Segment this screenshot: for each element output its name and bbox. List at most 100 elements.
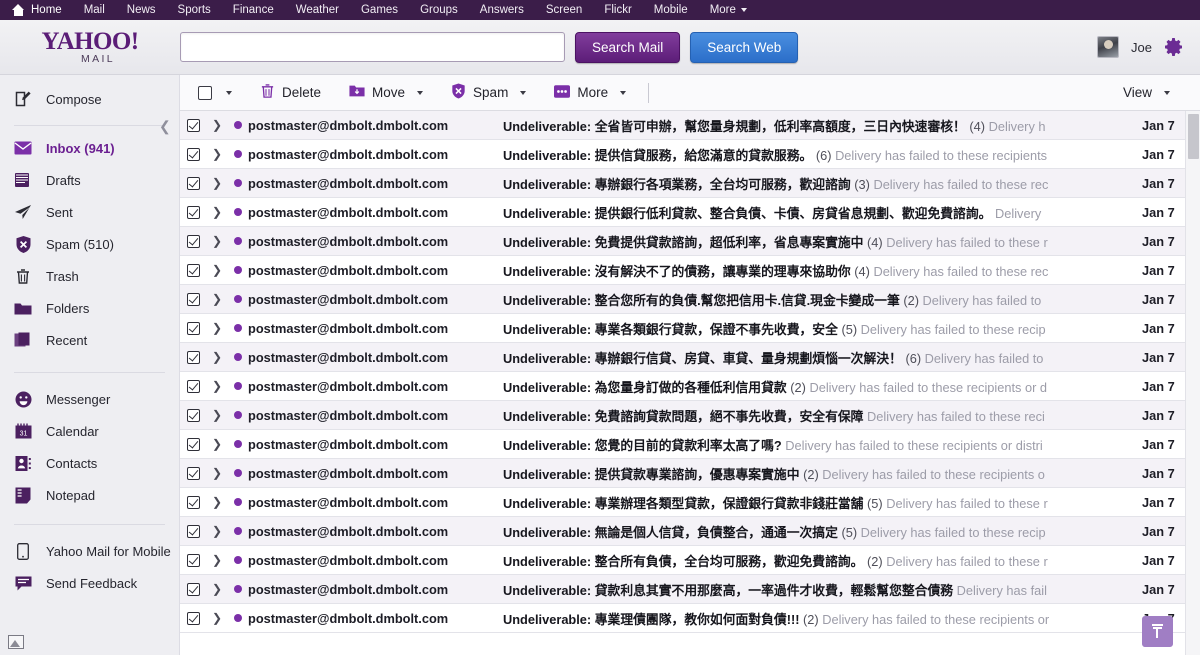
table-row[interactable]: ❯postmaster@dmbolt.dmbolt.comUndeliverab… (180, 198, 1200, 227)
table-row[interactable]: ❯postmaster@dmbolt.dmbolt.comUndeliverab… (180, 285, 1200, 314)
view-button[interactable]: View (1109, 75, 1184, 111)
row-checkbox[interactable] (180, 206, 206, 219)
checkbox-checked-icon[interactable] (187, 409, 200, 422)
yahoo-mail-logo[interactable]: YAHOO! MAIL (0, 29, 180, 65)
row-checkbox[interactable] (180, 554, 206, 567)
username-label[interactable]: Joe (1131, 40, 1152, 55)
sidebar-item-calendar[interactable]: 31 Calendar (0, 415, 179, 447)
row-checkbox[interactable] (180, 525, 206, 538)
select-all-control[interactable] (198, 75, 246, 111)
topnav-item-flickr[interactable]: Flickr (593, 0, 642, 20)
checkbox-empty-icon[interactable] (198, 86, 212, 100)
expand-chevron-right-icon[interactable]: ❯ (206, 234, 228, 248)
unread-dot[interactable] (228, 266, 248, 274)
row-checkbox[interactable] (180, 235, 206, 248)
expand-chevron-right-icon[interactable]: ❯ (206, 205, 228, 219)
unread-dot[interactable] (228, 556, 248, 564)
checkbox-checked-icon[interactable] (187, 612, 200, 625)
checkbox-checked-icon[interactable] (187, 438, 200, 451)
expand-chevron-right-icon[interactable]: ❯ (206, 321, 228, 335)
expand-chevron-right-icon[interactable]: ❯ (206, 263, 228, 277)
checkbox-checked-icon[interactable] (187, 119, 200, 132)
search-mail-button[interactable]: Search Mail (575, 32, 680, 63)
table-row[interactable]: ❯postmaster@dmbolt.dmbolt.comUndeliverab… (180, 372, 1200, 401)
row-checkbox[interactable] (180, 351, 206, 364)
sidebar-item-contacts[interactable]: Contacts (0, 447, 179, 479)
expand-chevron-right-icon[interactable]: ❯ (206, 379, 228, 393)
checkbox-checked-icon[interactable] (187, 583, 200, 596)
topnav-item-finance[interactable]: Finance (222, 0, 285, 20)
expand-chevron-right-icon[interactable]: ❯ (206, 524, 228, 538)
unread-dot[interactable] (228, 382, 248, 390)
expand-chevron-right-icon[interactable]: ❯ (206, 437, 228, 451)
table-row[interactable]: ❯postmaster@dmbolt.dmbolt.comUndeliverab… (180, 111, 1200, 140)
row-checkbox[interactable] (180, 264, 206, 277)
move-button[interactable]: Move (335, 75, 437, 111)
row-checkbox[interactable] (180, 467, 206, 480)
row-checkbox[interactable] (180, 380, 206, 393)
unread-dot[interactable] (228, 121, 248, 129)
row-checkbox[interactable] (180, 409, 206, 422)
avatar[interactable] (1097, 36, 1119, 58)
checkbox-checked-icon[interactable] (187, 177, 200, 190)
unread-dot[interactable] (228, 585, 248, 593)
unread-dot[interactable] (228, 527, 248, 535)
checkbox-checked-icon[interactable] (187, 322, 200, 335)
topnav-item-weather[interactable]: Weather (285, 0, 350, 20)
message-list[interactable]: ❯postmaster@dmbolt.dmbolt.comUndeliverab… (180, 111, 1200, 655)
row-checkbox[interactable] (180, 148, 206, 161)
unread-dot[interactable] (228, 179, 248, 187)
checkbox-checked-icon[interactable] (187, 467, 200, 480)
unread-dot[interactable] (228, 498, 248, 506)
expand-chevron-right-icon[interactable]: ❯ (206, 466, 228, 480)
sidebar-item-inbox[interactable]: Inbox (941) (0, 132, 179, 164)
row-checkbox[interactable] (180, 583, 206, 596)
expand-chevron-right-icon[interactable]: ❯ (206, 176, 228, 190)
search-web-button[interactable]: Search Web (690, 32, 798, 63)
unread-dot[interactable] (228, 353, 248, 361)
sidebar-item-recent[interactable]: Recent (0, 324, 179, 356)
table-row[interactable]: ❯postmaster@dmbolt.dmbolt.comUndeliverab… (180, 169, 1200, 198)
table-row[interactable]: ❯postmaster@dmbolt.dmbolt.comUndeliverab… (180, 227, 1200, 256)
gear-icon[interactable] (1164, 37, 1184, 57)
topnav-item-answers[interactable]: Answers (469, 0, 535, 20)
checkbox-checked-icon[interactable] (187, 206, 200, 219)
sidebar-item-drafts[interactable]: Drafts (0, 164, 179, 196)
topnav-item-news[interactable]: News (116, 0, 167, 20)
vertical-scrollbar[interactable] (1185, 111, 1200, 655)
expand-chevron-right-icon[interactable]: ❯ (206, 118, 228, 132)
sidebar-item-send-feedback[interactable]: Send Feedback (0, 567, 179, 599)
row-checkbox[interactable] (180, 612, 206, 625)
expand-chevron-right-icon[interactable]: ❯ (206, 147, 228, 161)
unread-dot[interactable] (228, 411, 248, 419)
row-checkbox[interactable] (180, 438, 206, 451)
row-checkbox[interactable] (180, 177, 206, 190)
table-row[interactable]: ❯postmaster@dmbolt.dmbolt.comUndeliverab… (180, 517, 1200, 546)
spam-button[interactable]: Spam (437, 75, 540, 111)
table-row[interactable]: ❯postmaster@dmbolt.dmbolt.comUndeliverab… (180, 575, 1200, 604)
checkbox-checked-icon[interactable] (187, 380, 200, 393)
sidebar-item-mail-for-mobile[interactable]: Yahoo Mail for Mobile (0, 535, 179, 567)
table-row[interactable]: ❯postmaster@dmbolt.dmbolt.comUndeliverab… (180, 401, 1200, 430)
unread-dot[interactable] (228, 295, 248, 303)
sidebar-item-sent[interactable]: Sent (0, 196, 179, 228)
sidebar-item-spam[interactable]: Spam (510) (0, 228, 179, 260)
table-row[interactable]: ❯postmaster@dmbolt.dmbolt.comUndeliverab… (180, 459, 1200, 488)
row-checkbox[interactable] (180, 119, 206, 132)
unread-dot[interactable] (228, 237, 248, 245)
sidebar-item-messenger[interactable]: Messenger (0, 383, 179, 415)
checkbox-checked-icon[interactable] (187, 148, 200, 161)
topnav-item-groups[interactable]: Groups (409, 0, 469, 20)
row-checkbox[interactable] (180, 496, 206, 509)
checkbox-checked-icon[interactable] (187, 496, 200, 509)
more-button[interactable]: More (540, 75, 640, 111)
sidebar-item-notepad[interactable]: Notepad (0, 479, 179, 511)
checkbox-checked-icon[interactable] (187, 235, 200, 248)
topnav-item-games[interactable]: Games (350, 0, 409, 20)
topnav-item-sports[interactable]: Sports (167, 0, 222, 20)
table-row[interactable]: ❯postmaster@dmbolt.dmbolt.comUndeliverab… (180, 546, 1200, 575)
checkbox-checked-icon[interactable] (187, 293, 200, 306)
unread-dot[interactable] (228, 469, 248, 477)
unread-dot[interactable] (228, 440, 248, 448)
expand-chevron-right-icon[interactable]: ❯ (206, 408, 228, 422)
